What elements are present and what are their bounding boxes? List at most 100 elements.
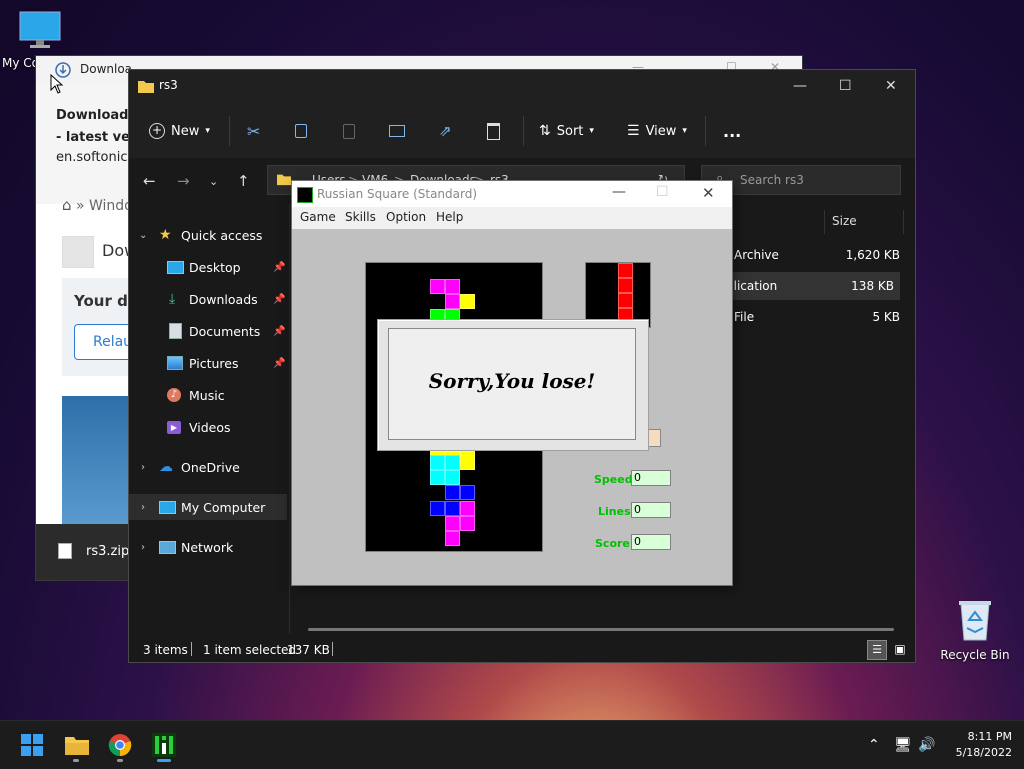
view-label: View (645, 123, 677, 139)
video-icon: ▶ (167, 420, 181, 434)
sidebar-item-network[interactable]: › Network (129, 534, 287, 560)
volume-icon[interactable]: 🔊 (918, 737, 935, 753)
cut-button[interactable]: ✂ (247, 118, 260, 144)
back-arrow-icon[interactable]: ← (143, 172, 156, 190)
block (460, 294, 475, 309)
game-maximize-button[interactable]: ☐ (656, 184, 669, 200)
chrome-icon (108, 734, 132, 757)
monitor-icon (159, 500, 176, 514)
recent-chevron-icon[interactable]: ⌄ (209, 175, 218, 188)
delete-button[interactable] (487, 118, 500, 144)
game-titlebar[interactable]: Russian Square (Standard) — ☐ ✕ (292, 181, 732, 207)
new-button[interactable]: + New ▾ (149, 118, 210, 144)
taskbar-russian-square[interactable] (152, 733, 176, 762)
chevron-down-icon: ▾ (205, 126, 210, 136)
sidebar-item-pictures[interactable]: Pictures 📌 (129, 350, 287, 376)
toolbar-separator (523, 116, 524, 146)
tiles-view-icon[interactable]: ▣ (891, 640, 909, 658)
paste-button[interactable] (343, 118, 355, 144)
folder-icon (65, 737, 89, 755)
game-over-message: Sorry,You lose! (428, 369, 596, 393)
maximize-button[interactable]: ☐ (839, 78, 852, 94)
block (430, 279, 445, 294)
game-close-button[interactable]: ✕ (702, 184, 715, 202)
sidebar-item-music[interactable]: ♪ Music (129, 382, 287, 408)
sidebar-item-onedrive[interactable]: › ☁ OneDrive (129, 454, 287, 480)
active-indicator (157, 759, 171, 762)
block (460, 501, 475, 516)
rename-icon (389, 125, 405, 137)
home-icon[interactable]: ⌂ (62, 196, 72, 214)
share-button[interactable]: ⇗ (439, 118, 452, 144)
clock-date: 5/18/2022 (955, 746, 1012, 759)
network-icon[interactable]: 🖥 (894, 737, 912, 753)
sidebar-item-documents[interactable]: Documents 📌 (129, 318, 287, 344)
view-button[interactable]: ☰ View ▾ (627, 118, 687, 144)
rename-button[interactable] (389, 118, 405, 144)
desktop-icon-recycle-bin[interactable]: Recycle Bin (935, 598, 1015, 662)
cloud-icon: ☁ (159, 459, 173, 475)
block (618, 293, 633, 308)
sort-button[interactable]: ⇅ Sort ▾ (539, 118, 594, 144)
menu-option[interactable]: Option (386, 210, 426, 224)
game-minimize-button[interactable]: — (612, 184, 626, 200)
status-selected-size: 137 KB (287, 643, 330, 657)
clock-time: 8:11 PM (967, 730, 1012, 743)
sidebar-item-label: Quick access (181, 227, 263, 243)
menu-game[interactable]: Game (300, 210, 336, 224)
desktop-icon-label: Recycle Bin (940, 648, 1010, 662)
taskbar-file-explorer[interactable] (64, 733, 89, 762)
close-button[interactable]: ✕ (885, 78, 897, 94)
details-view-icon[interactable]: ☰ (867, 640, 887, 660)
minimize-button[interactable]: — (793, 78, 807, 94)
table-row[interactable]: Archive 1,620 KB (720, 242, 900, 270)
notification-url: en.softonic.c (56, 150, 139, 165)
file-type: Archive (734, 248, 779, 262)
block (460, 485, 475, 500)
browser-tab-title[interactable]: Downloa (80, 62, 132, 76)
download-item[interactable]: rs3.zip (86, 544, 129, 559)
column-divider (903, 210, 904, 234)
star-icon: ★ (159, 227, 172, 243)
sidebar-item-videos[interactable]: ▶ Videos (129, 414, 287, 440)
sidebar-item-downloads[interactable]: ⤓ Downloads 📌 (129, 286, 287, 312)
command-bar: + New ▾ ✂ ⇗ ⇅ Sort ▾ ☰ View ▾ ... (129, 104, 915, 159)
copy-button[interactable] (295, 118, 307, 144)
block (445, 294, 460, 309)
sidebar-item-quick-access[interactable]: ⌄ ★ Quick access (129, 222, 287, 248)
taskbar: ⌃ 🖥 🔊 8:11 PM 5/18/2022 (0, 720, 1024, 769)
start-button[interactable] (20, 733, 44, 757)
clock[interactable]: 8:11 PM 5/18/2022 (942, 729, 1012, 761)
more-options-button[interactable]: ... (723, 118, 741, 144)
windows-logo-icon (21, 734, 43, 756)
paste-icon (343, 123, 355, 139)
sidebar-item-my-computer[interactable]: › My Computer (129, 494, 287, 520)
lines-label: Lines (598, 505, 631, 518)
block (445, 531, 460, 546)
navigation-pane: ⌄ ★ Quick access Desktop 📌 ⤓ Downloads 📌… (129, 204, 290, 634)
status-item-count: 3 items (143, 643, 188, 657)
menu-help[interactable]: Help (436, 210, 463, 224)
more-label: ... (723, 121, 742, 141)
column-header-size[interactable]: Size (832, 214, 857, 228)
table-row[interactable]: File 5 KB (720, 304, 900, 332)
sidebar-item-desktop[interactable]: Desktop 📌 (129, 254, 287, 280)
running-indicator (117, 759, 123, 762)
taskbar-chrome[interactable] (108, 733, 132, 762)
table-row-selected[interactable]: plication 138 KB (720, 272, 900, 300)
horizontal-scrollbar[interactable] (308, 628, 894, 631)
explorer-titlebar[interactable]: rs3 — ☐ ✕ (129, 70, 915, 104)
network-icon (159, 540, 176, 554)
forward-arrow-icon[interactable]: → (177, 172, 190, 190)
status-selected: 1 item selected (203, 643, 297, 657)
speed-value: 0 (631, 470, 671, 486)
chevron-up-icon[interactable]: ⌃ (868, 737, 880, 753)
up-arrow-icon[interactable]: ↑ (237, 172, 250, 190)
file-size: 5 KB (872, 310, 900, 324)
sidebar-item-label: Desktop (189, 259, 241, 275)
menu-skills[interactable]: Skills (345, 210, 376, 224)
block (445, 485, 460, 500)
pin-icon: 📌 (273, 261, 286, 273)
breadcrumb-text[interactable]: » Windo (76, 198, 133, 214)
block (430, 501, 445, 516)
